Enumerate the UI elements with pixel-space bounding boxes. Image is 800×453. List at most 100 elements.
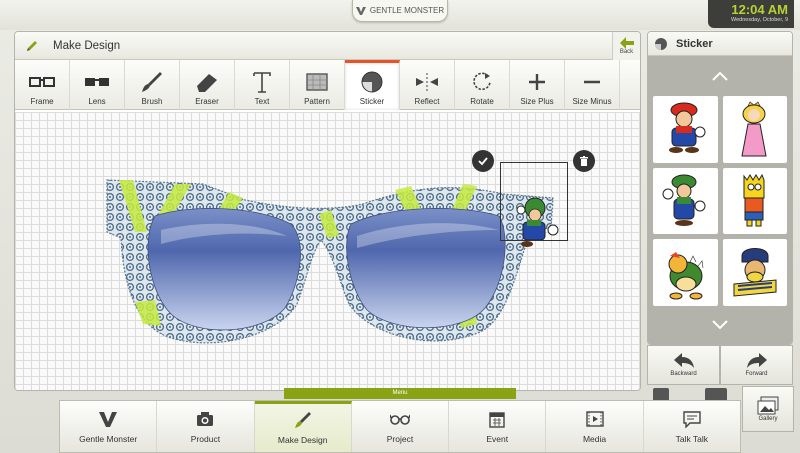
nav-label: Project (386, 433, 414, 444)
princess-sticker-icon (741, 101, 767, 157)
plus-icon (529, 74, 545, 90)
check-icon (478, 157, 488, 166)
backward-label: Backward (670, 371, 697, 377)
gallery-button[interactable]: Gallery (742, 386, 794, 432)
design-toolbar: Frame Lens Brush Eraser Text Pattern Sti… (15, 60, 640, 110)
brush-icon (294, 412, 311, 428)
rotate-icon (473, 72, 491, 91)
nav-label: Talk Talk (675, 433, 709, 444)
pencil-icon (27, 40, 37, 51)
bart-sticker[interactable] (722, 167, 787, 235)
sticker-panel: Sticker (647, 31, 793, 345)
tool-pattern[interactable]: Pattern (290, 60, 345, 110)
back-arrow-icon (619, 37, 634, 49)
history-controls: Backward Forward (647, 345, 793, 385)
nav-event[interactable]: Event (449, 401, 547, 452)
tool-label: Sticker (359, 97, 385, 106)
scroll-down-button[interactable] (648, 306, 792, 344)
tool-lens[interactable]: Lens (70, 60, 125, 110)
nav-label: Product (190, 433, 221, 444)
delete-sticker-button[interactable] (573, 150, 595, 172)
nav-gentle-monster[interactable]: Gentle Monster (60, 401, 158, 452)
monster-logo-icon (99, 411, 118, 427)
boozers-sticker-icon (733, 247, 777, 297)
monster-logo-icon (355, 6, 366, 15)
nav-project[interactable]: Project (352, 401, 450, 452)
tool-frame[interactable]: Frame (15, 60, 70, 110)
minus-icon (584, 80, 600, 84)
tool-label: Pattern (304, 97, 330, 106)
luigi-sticker-icon (662, 174, 706, 226)
undo-arrow-icon (673, 353, 694, 368)
sticker-grid (648, 96, 792, 306)
tool-label: Size Minus (572, 97, 612, 106)
confirm-sticker-button[interactable] (472, 150, 494, 172)
tool-label: Text (254, 97, 270, 106)
pattern-icon (306, 73, 328, 91)
scroll-up-button[interactable] (648, 56, 792, 96)
lens-icon (85, 78, 109, 86)
reflect-icon (416, 73, 438, 91)
gallery-icon (757, 396, 779, 415)
menu-tab[interactable]: Menu (284, 388, 516, 399)
nav-media[interactable]: Media (546, 401, 644, 452)
bart-sticker-icon (743, 173, 765, 227)
design-panel: Make Design Back Frame Lens Brush Eraser… (14, 31, 641, 391)
sticker-panel-title: Sticker (676, 37, 713, 50)
camera-icon (197, 411, 214, 426)
eraser-icon (197, 74, 217, 92)
glasses-icon (389, 414, 410, 425)
tool-reflect[interactable]: Reflect (400, 60, 455, 110)
bowser-sticker[interactable] (653, 239, 718, 306)
nav-make-design[interactable]: Make Design (254, 401, 352, 452)
page-title: Make Design (53, 39, 121, 52)
mario-sticker[interactable] (653, 96, 718, 163)
forward-button[interactable]: Forward (720, 345, 793, 385)
boozers-sticker[interactable] (722, 239, 787, 306)
nav-label: Event (486, 433, 509, 444)
brand-name: GENTLE MONSTER (369, 6, 445, 15)
tool-sticker[interactable]: Sticker (345, 60, 400, 110)
princess-sticker[interactable] (722, 96, 787, 163)
film-icon (585, 410, 604, 427)
frame-icon (29, 77, 55, 87)
tool-label: Lens (88, 97, 106, 106)
tool-label: Eraser (195, 97, 219, 106)
design-canvas[interactable] (15, 112, 641, 391)
tool-size-plus[interactable]: Size Plus (510, 60, 565, 110)
sticker-icon (361, 71, 383, 93)
bottom-navigation: Gentle Monster Product Make Design Proje… (59, 400, 741, 453)
sunglasses-design[interactable] (15, 112, 641, 391)
tool-label: Frame (30, 97, 54, 106)
tool-rotate[interactable]: Rotate (455, 60, 510, 110)
nav-product[interactable]: Product (157, 401, 255, 452)
clock-time: 12:04 AM (731, 2, 788, 17)
chat-icon (683, 410, 701, 428)
tool-size-minus[interactable]: Size Minus (565, 60, 620, 110)
tool-eraser[interactable]: Eraser (180, 60, 235, 110)
sticker-selection-box[interactable] (500, 162, 568, 241)
calendar-icon (489, 411, 505, 428)
sticker-icon (655, 37, 667, 50)
clock-date: Wednesday, October, 9 (731, 17, 788, 23)
sticker-panel-header: Sticker (648, 32, 792, 56)
clock: 12:04 AM Wednesday, October, 9 (708, 0, 794, 28)
brand-logo: GENTLE MONSTER (352, 0, 448, 22)
gallery-label: Gallery (758, 416, 778, 422)
nav-label: Make Design (277, 435, 328, 445)
luigi-sticker[interactable] (653, 167, 718, 235)
back-label: Back (619, 49, 634, 55)
tool-brush[interactable]: Brush (125, 60, 180, 110)
tool-label: Size Plus (520, 97, 554, 106)
forward-label: Forward (745, 371, 768, 377)
tool-label: Rotate (470, 97, 494, 106)
chevron-down-icon (712, 320, 728, 330)
backward-button[interactable]: Backward (647, 345, 720, 385)
trash-icon (580, 156, 588, 166)
tool-text[interactable]: Text (235, 60, 290, 110)
nav-label: Gentle Monster (79, 433, 138, 444)
nav-label: Media (582, 433, 607, 444)
nav-talk-talk[interactable]: Talk Talk (644, 401, 740, 452)
tool-label: Brush (141, 97, 163, 106)
back-button[interactable]: Back (612, 32, 640, 60)
